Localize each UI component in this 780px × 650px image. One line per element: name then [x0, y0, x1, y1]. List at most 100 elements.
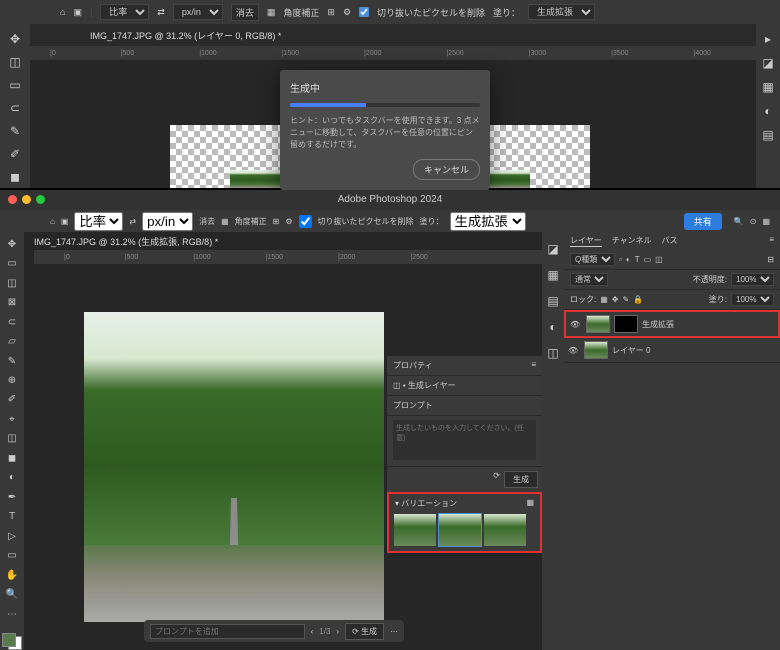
- filter-shape-icon[interactable]: ▭: [644, 255, 652, 264]
- grid-icon[interactable]: ⊞: [327, 7, 335, 18]
- adjustments-panel-icon[interactable]: ◐: [542, 316, 564, 338]
- more-tools[interactable]: ⋯: [2, 606, 22, 622]
- adjust-icon[interactable]: ◐: [757, 100, 779, 122]
- grid-view-icon[interactable]: ▦: [526, 498, 534, 509]
- fill-select[interactable]: 生成拡張: [450, 212, 526, 231]
- straighten-icon[interactable]: ▦: [221, 217, 229, 226]
- layer-row-genexpand[interactable]: 👁 生成拡張: [564, 310, 780, 338]
- generate-button[interactable]: 生成: [504, 471, 538, 488]
- tab-channels[interactable]: チャンネル: [612, 235, 652, 247]
- heal-tool[interactable]: ⊕: [2, 372, 22, 388]
- cancel-button[interactable]: キャンセル: [413, 159, 480, 180]
- refresh-icon[interactable]: ⟳: [493, 471, 500, 488]
- unit-select[interactable]: px/in: [173, 4, 223, 20]
- eraser-tool[interactable]: ◫: [2, 431, 22, 447]
- lasso-tool[interactable]: ⊂: [4, 97, 26, 118]
- gradient-tool[interactable]: ◼: [2, 450, 22, 466]
- unit-select[interactable]: px/in: [142, 212, 193, 231]
- visibility-icon[interactable]: 👁: [570, 320, 582, 329]
- layer-mask-thumb[interactable]: [614, 315, 638, 333]
- straighten-icon[interactable]: ▦: [267, 7, 276, 18]
- layer-name[interactable]: レイヤー 0: [612, 345, 650, 356]
- layer-thumb[interactable]: [584, 341, 608, 359]
- libraries-panel-icon[interactable]: ◫: [542, 342, 564, 364]
- brush-tool[interactable]: ✐: [4, 144, 26, 165]
- type-tool[interactable]: T: [2, 509, 22, 525]
- visibility-icon[interactable]: 👁: [568, 346, 580, 355]
- lock-px-icon[interactable]: ✎: [623, 295, 630, 304]
- share-button[interactable]: 共有: [684, 213, 722, 230]
- color-icon[interactable]: ◪: [757, 52, 779, 74]
- delete-px-checkbox[interactable]: [359, 7, 369, 17]
- tab-layers[interactable]: レイヤー: [570, 235, 602, 247]
- opacity-select[interactable]: 100%: [731, 273, 774, 286]
- swap-icon[interactable]: ⇄: [157, 7, 165, 18]
- prompt-input[interactable]: [393, 420, 536, 460]
- delete-px-checkbox[interactable]: [299, 215, 312, 228]
- gradient-tool[interactable]: ◼: [4, 167, 26, 188]
- layers-icon[interactable]: ▤: [757, 124, 779, 146]
- minimize-window[interactable]: [22, 195, 31, 204]
- lasso-tool[interactable]: ⊂: [2, 314, 22, 330]
- chevron-down-icon[interactable]: ▾: [395, 499, 399, 508]
- blend-mode-select[interactable]: 通常: [570, 273, 608, 286]
- gradients-panel-icon[interactable]: ▤: [542, 290, 564, 312]
- layer-name[interactable]: 生成拡張: [642, 319, 674, 330]
- variation-thumb-2[interactable]: [439, 514, 481, 546]
- lock-icon[interactable]: 🔒: [633, 295, 643, 304]
- search-icon[interactable]: 🔍: [734, 217, 744, 226]
- shape-tool[interactable]: ▭: [2, 548, 22, 564]
- maximize-window[interactable]: [36, 195, 45, 204]
- home-icon[interactable]: ⌂: [60, 7, 65, 17]
- gear-icon[interactable]: ⚙: [343, 7, 351, 18]
- canvas[interactable]: [84, 312, 384, 622]
- path-tool[interactable]: ▷: [2, 528, 22, 544]
- marquee-tool[interactable]: ▭: [2, 255, 22, 271]
- select-tool[interactable]: ▱: [2, 333, 22, 349]
- ratio-select[interactable]: 比率: [100, 4, 149, 20]
- panel-icon[interactable]: ▸: [757, 28, 779, 50]
- taskbar-prompt-input[interactable]: [150, 624, 305, 639]
- crop-icon[interactable]: ▣: [61, 217, 69, 226]
- move-tool[interactable]: ✥: [2, 236, 22, 252]
- color-panel-icon[interactable]: ◪: [542, 238, 564, 260]
- dodge-tool[interactable]: ◐: [2, 470, 22, 486]
- clear-button[interactable]: 消去: [231, 4, 259, 21]
- workspace-icon[interactable]: ▦: [762, 217, 770, 226]
- marquee-tool[interactable]: ▭: [4, 74, 26, 95]
- frame-tool[interactable]: ⊠: [2, 294, 22, 310]
- variation-thumb-3[interactable]: [484, 514, 526, 546]
- crop-tool[interactable]: ◫: [4, 51, 26, 72]
- next-icon[interactable]: ›: [336, 627, 339, 636]
- clear-button[interactable]: 消去: [199, 216, 215, 227]
- brush-tool[interactable]: ✐: [2, 392, 22, 408]
- filter-adjust-icon[interactable]: ◐: [626, 255, 631, 264]
- move-tool[interactable]: ✥: [4, 28, 26, 49]
- fill-select[interactable]: 生成拡張: [528, 4, 595, 20]
- document-tab[interactable]: IMG_1747.JPG @ 31.2% (生成拡張, RGB/8) *: [24, 232, 228, 252]
- help-icon[interactable]: ⊙: [750, 217, 757, 226]
- filter-type-icon[interactable]: T: [635, 255, 640, 264]
- fill-opacity-select[interactable]: 100%: [731, 293, 774, 306]
- swap-icon[interactable]: ⇄: [129, 217, 136, 226]
- gear-icon[interactable]: ⚙: [285, 217, 292, 226]
- crop-tool[interactable]: ◫: [2, 275, 22, 291]
- lock-all-icon[interactable]: ▦: [600, 295, 608, 304]
- layer-filter-select[interactable]: Q種類: [570, 253, 615, 266]
- filter-toggle[interactable]: ⊟: [767, 255, 774, 264]
- panel-menu-icon[interactable]: ≡: [769, 235, 774, 247]
- variation-thumb-1[interactable]: [394, 514, 436, 546]
- document-tab[interactable]: IMG_1747.JPG @ 31.2% (レイヤー 0, RGB/8) *: [80, 29, 291, 42]
- taskbar-generate-button[interactable]: ⟳ 生成: [345, 623, 384, 640]
- stamp-tool[interactable]: ⌖: [2, 411, 22, 427]
- more-icon[interactable]: ⋯: [390, 627, 398, 636]
- grid-icon[interactable]: ⊞: [273, 217, 280, 226]
- swatch-icon[interactable]: ▦: [757, 76, 779, 98]
- filter-pixel-icon[interactable]: ▫: [619, 255, 622, 264]
- prev-icon[interactable]: ‹: [311, 627, 314, 636]
- pen-tool[interactable]: ✒: [2, 489, 22, 505]
- eyedropper-tool[interactable]: ✎: [4, 121, 26, 142]
- eyedropper-tool[interactable]: ✎: [2, 353, 22, 369]
- hand-tool[interactable]: ✋: [2, 567, 22, 583]
- layer-row-0[interactable]: 👁 レイヤー 0: [564, 338, 780, 363]
